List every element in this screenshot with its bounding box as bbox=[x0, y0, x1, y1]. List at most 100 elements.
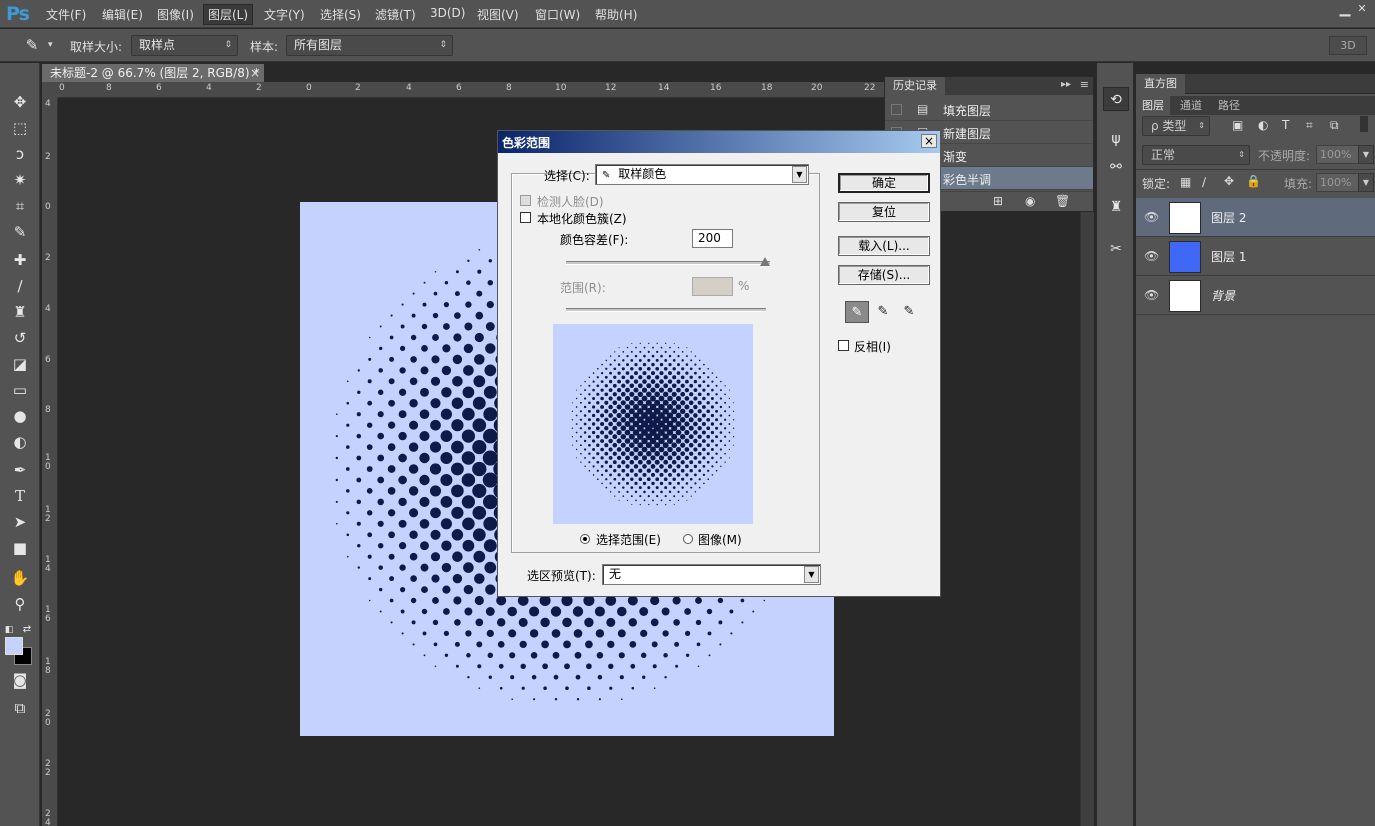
load-button[interactable]: 载入(L)... bbox=[838, 236, 930, 256]
clone-source-icon[interactable]: ♜ bbox=[1103, 195, 1129, 219]
menu-item[interactable]: 图像(I) bbox=[157, 6, 194, 23]
layer-row[interactable]: 👁 图层 2 bbox=[1136, 198, 1375, 237]
layer-filter-select[interactable]: ρ 类型 ⇕ bbox=[1142, 116, 1210, 136]
collapse-icon[interactable]: ▸▸ bbox=[1061, 79, 1071, 90]
workspace-3d-button[interactable]: 3D bbox=[1329, 36, 1367, 55]
menu-item[interactable]: 滤镜(T) bbox=[375, 6, 416, 23]
view-image-radio[interactable] bbox=[683, 534, 693, 544]
fuzziness-slider-thumb[interactable] bbox=[760, 257, 770, 266]
type-tool-icon[interactable]: T bbox=[8, 485, 32, 507]
brush-presets-icon[interactable]: ψ bbox=[1103, 127, 1129, 151]
menu-item[interactable]: 文件(F) bbox=[46, 6, 86, 23]
menu-item[interactable]: 选择(S) bbox=[320, 6, 361, 23]
clone-stamp-icon[interactable]: ♜ bbox=[8, 301, 32, 323]
pen-tool-icon[interactable]: ✒ bbox=[8, 459, 32, 481]
history-brush-icon[interactable]: ↺ bbox=[8, 327, 32, 349]
quick-mask-icon[interactable]: ◙ bbox=[8, 669, 32, 691]
dialog-titlebar[interactable]: 色彩范围 × bbox=[498, 131, 940, 153]
history-item[interactable]: ▤ 填充图层 bbox=[885, 98, 1093, 121]
chevron-down-icon[interactable]: ▼ bbox=[804, 566, 819, 583]
tab-channels[interactable]: 通道 bbox=[1174, 96, 1208, 115]
eyedropper-icon[interactable]: ✎ bbox=[845, 301, 869, 323]
lock-transparent-icon[interactable]: ▦ bbox=[1180, 175, 1191, 189]
menu-item[interactable]: 3D(D) bbox=[430, 6, 465, 20]
brush-tool-icon[interactable]: ∕ bbox=[8, 275, 32, 297]
trash-icon[interactable]: 🗑 bbox=[1055, 194, 1070, 208]
menu-item[interactable]: 窗口(W) bbox=[535, 6, 580, 23]
gradient-tool-icon[interactable]: ▭ bbox=[8, 379, 32, 401]
layer-row[interactable]: 👁 图层 1 bbox=[1136, 237, 1375, 276]
close-icon[interactable]: × bbox=[921, 134, 937, 148]
visibility-eye-icon[interactable]: 👁 bbox=[1144, 210, 1159, 224]
new-document-from-state-icon[interactable]: ⊞ bbox=[993, 194, 1003, 208]
save-button[interactable]: 存储(S)... bbox=[838, 265, 930, 285]
tab-paths[interactable]: 路径 bbox=[1212, 96, 1246, 115]
detect-faces-checkbox[interactable] bbox=[520, 195, 531, 206]
fill-dropdown-icon[interactable]: ▼ bbox=[1358, 173, 1374, 192]
filter-adjustment-icon[interactable]: ◐ bbox=[1258, 118, 1268, 132]
filter-toggle[interactable] bbox=[1360, 116, 1368, 132]
eyedropper-icon[interactable]: ✎ bbox=[20, 34, 44, 56]
sample-select[interactable]: 所有图层 ⇕ bbox=[286, 35, 453, 56]
rectangle-tool-icon[interactable]: ■ bbox=[8, 537, 32, 559]
hand-tool-icon[interactable]: ✋ bbox=[8, 567, 32, 589]
tool-presets-icon[interactable]: ✂ bbox=[1103, 237, 1129, 261]
close-icon[interactable]: × bbox=[250, 64, 260, 82]
eyedropper-minus-icon[interactable]: ✎ bbox=[897, 301, 921, 323]
fuzziness-slider[interactable] bbox=[566, 261, 770, 265]
document-tab[interactable]: 未标题-2 @ 66.7% (图层 2, RGB/8) * × bbox=[42, 64, 264, 82]
visibility-eye-icon[interactable]: 👁 bbox=[1144, 249, 1159, 263]
magic-wand-icon[interactable]: ✷ bbox=[8, 169, 32, 191]
zoom-tool-icon[interactable]: ⚲ bbox=[8, 593, 32, 615]
fuzziness-input[interactable]: 200 bbox=[692, 229, 733, 248]
localized-clusters-checkbox[interactable] bbox=[520, 212, 531, 223]
blend-mode-select[interactable]: 正常 ⇕ bbox=[1142, 145, 1250, 165]
history-panel-icon[interactable]: ⟲ bbox=[1103, 87, 1129, 111]
marquee-tool-icon[interactable]: ⬚ bbox=[8, 117, 32, 139]
opacity-dropdown-icon[interactable]: ▼ bbox=[1358, 145, 1374, 164]
eyedropper-plus-icon[interactable]: ✎ bbox=[871, 301, 895, 323]
range-input[interactable] bbox=[692, 277, 733, 296]
crop-tool-icon[interactable]: ⌗ bbox=[8, 195, 32, 217]
filter-shape-icon[interactable]: ⌗ bbox=[1306, 118, 1313, 133]
lock-all-icon[interactable]: 🔒 bbox=[1246, 174, 1261, 188]
layer-row[interactable]: 👁 背景 bbox=[1136, 276, 1375, 315]
healing-brush-icon[interactable]: ✚ bbox=[8, 249, 32, 271]
menu-item[interactable]: 图层(L) bbox=[203, 4, 254, 25]
menu-item[interactable]: 视图(V) bbox=[477, 6, 519, 23]
history-snapshot-checkbox[interactable] bbox=[891, 104, 902, 115]
filter-smart-object-icon[interactable]: ⧉ bbox=[1330, 118, 1339, 133]
blur-tool-icon[interactable]: ● bbox=[8, 405, 32, 427]
fill-input[interactable]: 100% bbox=[1316, 173, 1364, 192]
opacity-input[interactable]: 100% bbox=[1316, 145, 1364, 164]
filter-type-icon[interactable]: T bbox=[1282, 118, 1289, 132]
range-slider[interactable] bbox=[566, 308, 766, 312]
tool-preset-arrow-icon[interactable]: ▾ bbox=[48, 40, 53, 50]
screen-mode-icon[interactable]: ⧉ bbox=[8, 697, 32, 719]
panel-menu-icon[interactable]: ≡ bbox=[1080, 78, 1089, 91]
ok-button[interactable]: 确定 bbox=[838, 173, 930, 193]
dodge-tool-icon[interactable]: ◐ bbox=[8, 431, 32, 453]
invert-checkbox[interactable] bbox=[838, 340, 849, 351]
histogram-panel-title[interactable]: 直方图 bbox=[1136, 74, 1185, 94]
move-tool-icon[interactable]: ✥ bbox=[8, 91, 32, 113]
path-selection-icon[interactable]: ➤ bbox=[8, 511, 32, 533]
menu-item[interactable]: 编辑(E) bbox=[102, 6, 143, 23]
select-combo[interactable]: ✎ 取样颜色 ▼ bbox=[595, 164, 809, 185]
menu-item[interactable]: 文字(Y) bbox=[264, 6, 305, 23]
chevron-down-icon[interactable]: ▼ bbox=[792, 166, 807, 183]
tab-layers[interactable]: 图层 bbox=[1136, 96, 1170, 115]
menu-item[interactable]: 帮助(H) bbox=[595, 6, 637, 23]
lock-pixels-icon[interactable]: ∕ bbox=[1202, 175, 1206, 189]
sample-size-select[interactable]: 取样点 ⇕ bbox=[131, 35, 238, 56]
close-window-icon[interactable]: ✕ bbox=[1348, 0, 1375, 20]
adjustments-icon[interactable]: ⚯ bbox=[1103, 155, 1129, 179]
lasso-tool-icon[interactable]: ↄ bbox=[8, 143, 32, 165]
filter-pixel-icon[interactable]: ▣ bbox=[1232, 118, 1243, 132]
view-selection-radio[interactable] bbox=[580, 534, 590, 544]
visibility-eye-icon[interactable]: 👁 bbox=[1144, 288, 1159, 302]
selection-preview-combo[interactable]: 无 ▼ bbox=[602, 564, 821, 585]
reset-button[interactable]: 复位 bbox=[838, 202, 930, 222]
lock-position-icon[interactable]: ✥ bbox=[1224, 174, 1234, 188]
camera-icon[interactable]: ◉ bbox=[1025, 194, 1035, 208]
